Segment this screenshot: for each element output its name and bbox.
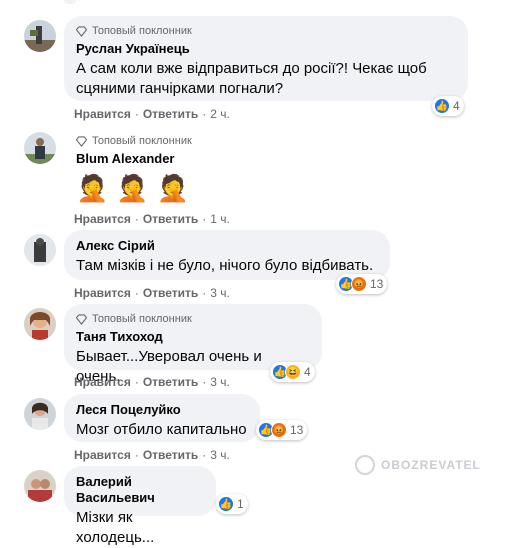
- like-link[interactable]: Нравится: [74, 286, 131, 300]
- avatar[interactable]: [24, 398, 56, 430]
- watermark-text: OBOZREVATEL: [381, 458, 481, 472]
- reaction-summary[interactable]: 👍 😡 13: [256, 420, 308, 440]
- diamond-icon: [76, 135, 87, 147]
- comment-actions: Нравится · Ответить · 3 ч.: [74, 375, 230, 389]
- comment-bubble: Топовый поклонник Руслан Українець А сам…: [64, 16, 468, 101]
- author-name[interactable]: Валерий Васильевич: [76, 474, 204, 506]
- reply-link[interactable]: Ответить: [143, 448, 198, 462]
- reply-link[interactable]: Ответить: [143, 375, 198, 389]
- reply-link[interactable]: Ответить: [143, 286, 198, 300]
- reaction-summary[interactable]: 👍 😆 4: [270, 362, 315, 382]
- reply-link[interactable]: Ответить: [143, 107, 198, 121]
- reaction-summary[interactable]: 👍 1: [216, 494, 248, 514]
- badge-label: Топовый поклонник: [92, 25, 192, 37]
- like-link[interactable]: Нравится: [74, 212, 131, 226]
- top-fan-badge: Топовый поклонник: [76, 134, 192, 148]
- diamond-icon: [76, 313, 87, 325]
- badge-label: Топовый поклонник: [92, 135, 192, 147]
- comment-bubble: Топовый поклонник Таня Тихоход Бывает...…: [64, 304, 322, 385]
- avatar[interactable]: [24, 470, 56, 502]
- comment-actions: Нравится · Ответить · 1 ч.: [74, 212, 230, 226]
- like-link[interactable]: Нравится: [74, 107, 131, 121]
- like-reaction-icon: 👍: [218, 496, 234, 512]
- author-name[interactable]: Алекс Сірий: [76, 238, 378, 254]
- badge-label: Топовый поклонник: [92, 313, 192, 325]
- comment-bubble: Валерий Васильевич Мізки як холодець...: [64, 466, 216, 546]
- reaction-count: 13: [370, 277, 384, 291]
- comment-text: Там мізків і не було, нічого було відбив…: [76, 257, 374, 274]
- emoji-row: 🤦 🤦 🤦: [76, 173, 192, 204]
- timestamp[interactable]: 1 ч.: [210, 212, 230, 226]
- angry-reaction-icon: 😡: [271, 422, 287, 438]
- previous-comment-bubble-edge: [64, 0, 76, 4]
- timestamp[interactable]: 3 ч.: [210, 286, 230, 300]
- comment-body: Топовый поклонник Blum Alexander 🤦 🤦 🤦: [76, 134, 192, 204]
- avatar[interactable]: [24, 132, 56, 164]
- like-link[interactable]: Нравится: [74, 375, 131, 389]
- comment-text: Мізки як холодець...: [76, 509, 155, 546]
- haha-reaction-icon: 😆: [285, 364, 301, 380]
- facepalm-emoji: 🤦: [156, 173, 190, 203]
- comment-actions: Нравится · Ответить · 2 ч.: [74, 107, 230, 121]
- avatar[interactable]: [24, 234, 56, 266]
- watermark: OBOZREVATEL: [355, 455, 481, 475]
- diamond-icon: [76, 25, 87, 37]
- watermark-logo-icon: [355, 455, 375, 475]
- timestamp[interactable]: 3 ч.: [210, 448, 230, 462]
- reaction-count: 4: [304, 365, 311, 379]
- timestamp[interactable]: 2 ч.: [210, 107, 230, 121]
- angry-reaction-icon: 😡: [351, 276, 367, 292]
- comment-text: А сам коли вже відправиться до росії?! Ч…: [76, 60, 427, 97]
- reaction-summary[interactable]: 👍 4: [432, 96, 464, 116]
- avatar[interactable]: [24, 20, 56, 52]
- author-name[interactable]: Blum Alexander: [76, 151, 192, 167]
- comment-text: Мозг отбило капитально: [76, 421, 247, 438]
- comment-actions: Нравится · Ответить · 3 ч.: [74, 286, 230, 300]
- author-name[interactable]: Руслан Українець: [76, 41, 456, 57]
- like-link[interactable]: Нравится: [74, 448, 131, 462]
- avatar[interactable]: [24, 308, 56, 340]
- reaction-count: 13: [290, 423, 304, 437]
- reply-link[interactable]: Ответить: [143, 212, 198, 226]
- reaction-summary[interactable]: 👍 😡 13: [336, 274, 388, 294]
- comment-actions: Нравится · Ответить · 3 ч.: [74, 448, 230, 462]
- timestamp[interactable]: 3 ч.: [210, 375, 230, 389]
- reaction-count: 4: [453, 99, 460, 113]
- like-reaction-icon: 👍: [434, 98, 450, 114]
- author-name[interactable]: Леся Поцелуйко: [76, 402, 248, 418]
- facepalm-emoji: 🤦: [76, 173, 109, 203]
- author-name[interactable]: Таня Тихоход: [76, 329, 310, 345]
- top-fan-badge: Топовый поклонник: [76, 312, 310, 326]
- top-fan-badge: Топовый поклонник: [76, 24, 456, 38]
- facepalm-emoji: 🤦: [116, 173, 149, 203]
- reaction-count: 1: [237, 497, 244, 511]
- comment-bubble: Леся Поцелуйко Мозг отбило капитально: [64, 394, 260, 442]
- comment-bubble: Алекс Сірий Там мізків і не було, нічого…: [64, 230, 390, 280]
